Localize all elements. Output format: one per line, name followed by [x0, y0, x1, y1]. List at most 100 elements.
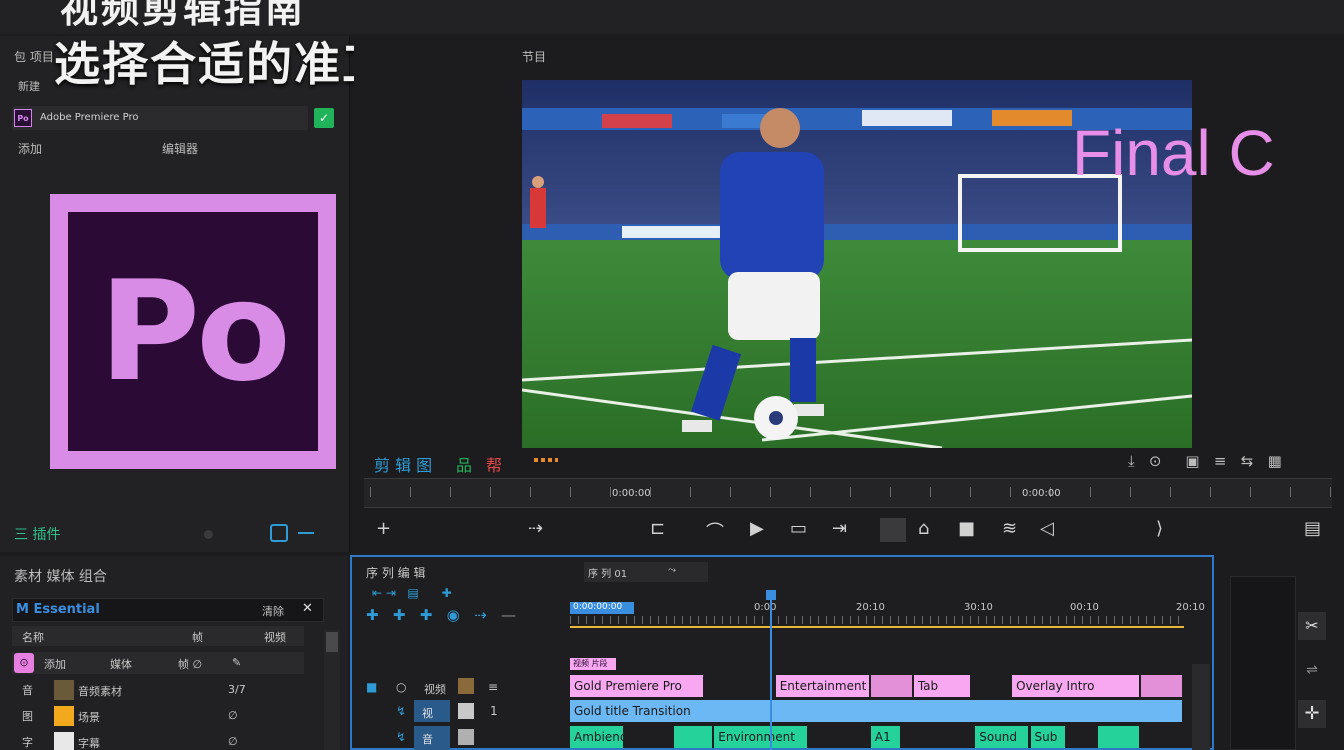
ruler-ticks	[570, 616, 1184, 624]
left-panel-header[interactable]: 包 项目	[14, 48, 54, 65]
safe-margins-icon[interactable]: ▭	[790, 518, 807, 539]
project-header-row	[12, 626, 304, 646]
list-item[interactable]: 音 音频素材 3/7	[12, 678, 304, 702]
sequence-tab-icon: ⤳	[668, 565, 676, 576]
timeline-clip[interactable]: Sub	[1030, 726, 1066, 748]
list-item[interactable]: 图 场景 ∅	[12, 704, 304, 728]
track-a1-thumb-icon	[458, 729, 474, 745]
tool-snap-icon[interactable]: ◉	[447, 606, 460, 624]
plugins-label[interactable]: 三 插件	[14, 524, 60, 544]
add-marker-icon[interactable]: +	[376, 518, 391, 539]
row-name: 音频素材	[78, 685, 122, 698]
col-name-header[interactable]: 名称	[22, 629, 44, 645]
monitor-tab[interactable]: 节目	[522, 48, 546, 65]
timeline-clip[interactable]: Gold title Transition	[570, 700, 1182, 722]
ruler-label-1: 0:00	[754, 602, 777, 613]
row-rate: 3/7	[228, 683, 246, 696]
row-thumbnail	[54, 706, 74, 726]
track-v2-label[interactable]: 视频	[424, 681, 446, 697]
timeline-clip[interactable]: Entertainment	[775, 675, 869, 697]
timeline-clip[interactable]: Gold Premiere Pro	[570, 675, 704, 697]
timeline-tool-row-1[interactable]: ⇤ ⇥ ▤ ✚	[372, 586, 452, 600]
overwrite-button[interactable]	[880, 518, 906, 542]
timeline-clip[interactable]: A1	[870, 726, 900, 748]
app-check-button[interactable]: ✓	[314, 108, 334, 128]
audio-meter	[1230, 576, 1296, 750]
timeline-title[interactable]: 序 列 编 辑	[366, 564, 425, 581]
premiere-mini-icon: Po	[14, 109, 32, 127]
track-v1-target-icon[interactable]: ↯	[396, 704, 406, 718]
hand-tool-icon[interactable]: ⇌	[1298, 656, 1326, 684]
field-b-label[interactable]: 编辑器	[162, 140, 198, 157]
marker-dots-icon	[534, 458, 558, 462]
row-type-icon: 音	[22, 684, 33, 697]
filter-chip-icon[interactable]: ⊙	[14, 653, 34, 673]
playhead[interactable]	[770, 592, 772, 750]
tool-link-icon[interactable]: ⇢	[474, 606, 487, 624]
razor-tool-icon[interactable]: ✂	[1298, 612, 1326, 640]
filter-item-edit[interactable]: ✎	[232, 656, 241, 669]
ruler-label-0: 0:00:00:00	[573, 602, 623, 612]
col-frame-header[interactable]: 帧	[192, 629, 203, 645]
playhead-handle[interactable]	[766, 590, 776, 600]
timeline-clip[interactable]: Ambience	[570, 726, 624, 748]
timeline-clip[interactable]: Sound	[975, 726, 1029, 748]
tool-add-icon[interactable]: ✚	[393, 606, 406, 624]
filter-chip-label[interactable]: 添加	[44, 656, 66, 672]
step-forward-icon[interactable]: ⇢	[528, 518, 543, 539]
field-a-label[interactable]: 添加	[18, 140, 42, 157]
track-v2-eye-icon[interactable]: ○	[396, 680, 406, 694]
timeline-clip[interactable]: Tab	[913, 675, 971, 697]
timeline-clip[interactable]	[870, 675, 912, 697]
left-panel-sub-label[interactable]: 新建	[18, 78, 40, 94]
trim-icon[interactable]: ◁	[1040, 518, 1054, 539]
timeline-clip[interactable]	[1098, 726, 1139, 748]
timecode-right: 0:00:00	[1022, 488, 1061, 499]
monitor-control-red[interactable]: 帮	[486, 452, 502, 476]
timeline-tool-row-2[interactable]: ✚ ✚ ✚ ◉ ⇢ —	[366, 606, 516, 624]
timeline-clip[interactable]	[674, 726, 713, 748]
insert-icon[interactable]: ⇥	[832, 518, 847, 539]
filter-item-frame[interactable]: 帧 ∅	[178, 656, 202, 672]
search-clear-label[interactable]: 清除	[262, 603, 284, 619]
search-value: M Essential	[16, 602, 100, 617]
timeline-clip[interactable]	[1141, 675, 1182, 697]
monitor-control-green[interactable]: 品	[456, 452, 472, 476]
timeline-clip[interactable]: Environment	[714, 726, 808, 748]
work-area-bar[interactable]	[570, 626, 1184, 628]
mark-in-icon[interactable]: ⊏	[650, 518, 665, 539]
timeline-clip[interactable]: Overlay Intro	[1012, 675, 1140, 697]
mark-out-icon[interactable]: ⌒	[706, 518, 724, 544]
track-v1-number: 1	[490, 704, 498, 718]
add-tool-icon[interactable]: ✛	[1298, 700, 1326, 728]
next-edit-icon[interactable]: ⟩	[1156, 518, 1163, 539]
stop-icon[interactable]: ■	[958, 518, 975, 539]
ruler-label-5: 20:10	[1176, 602, 1205, 613]
row-name: 字幕	[78, 737, 100, 750]
minimize-icon[interactable]	[298, 532, 314, 534]
track-a1-target-icon[interactable]: ↯	[396, 730, 406, 744]
track-v2-menu-icon[interactable]: ≡	[488, 680, 498, 694]
filter-item-media[interactable]: 媒体	[110, 656, 132, 672]
tool-dash-icon[interactable]: —	[501, 606, 516, 624]
col-video-header[interactable]: 视频	[264, 629, 286, 645]
panel-settings-icon[interactable]	[270, 524, 288, 542]
monitor-settings-icons[interactable]: ⤓ ⊙ ▣ ≡ ⇆ ▦	[1128, 452, 1282, 470]
monitor-control-group[interactable]: 剪 辑 图	[374, 452, 432, 476]
premiere-logo-inner: Po	[68, 212, 318, 451]
panel-menu-icon[interactable]: ▤	[1304, 518, 1321, 539]
tool-add-icon[interactable]: ✚	[420, 606, 433, 624]
timeline-scrollbar[interactable]	[1192, 664, 1210, 750]
track-v2-thumb-icon	[458, 678, 474, 694]
wave-icon[interactable]: ≋	[1002, 518, 1017, 539]
close-icon[interactable]: ✕	[302, 601, 313, 616]
scrollbar-thumb[interactable]	[326, 632, 338, 652]
premiere-logo-text: Po	[99, 251, 291, 412]
track-v2-lock-icon[interactable]: ■	[366, 680, 377, 694]
tool-add-icon[interactable]: ✚	[366, 606, 379, 624]
list-item[interactable]: 字 字幕 ∅	[12, 730, 304, 750]
play-button-icon[interactable]: ▶	[750, 518, 764, 539]
scrub-ticks	[370, 487, 1332, 497]
project-panel-title[interactable]: 素材 媒体 组合	[14, 566, 107, 586]
export-frame-icon[interactable]: ⌂	[918, 518, 929, 539]
